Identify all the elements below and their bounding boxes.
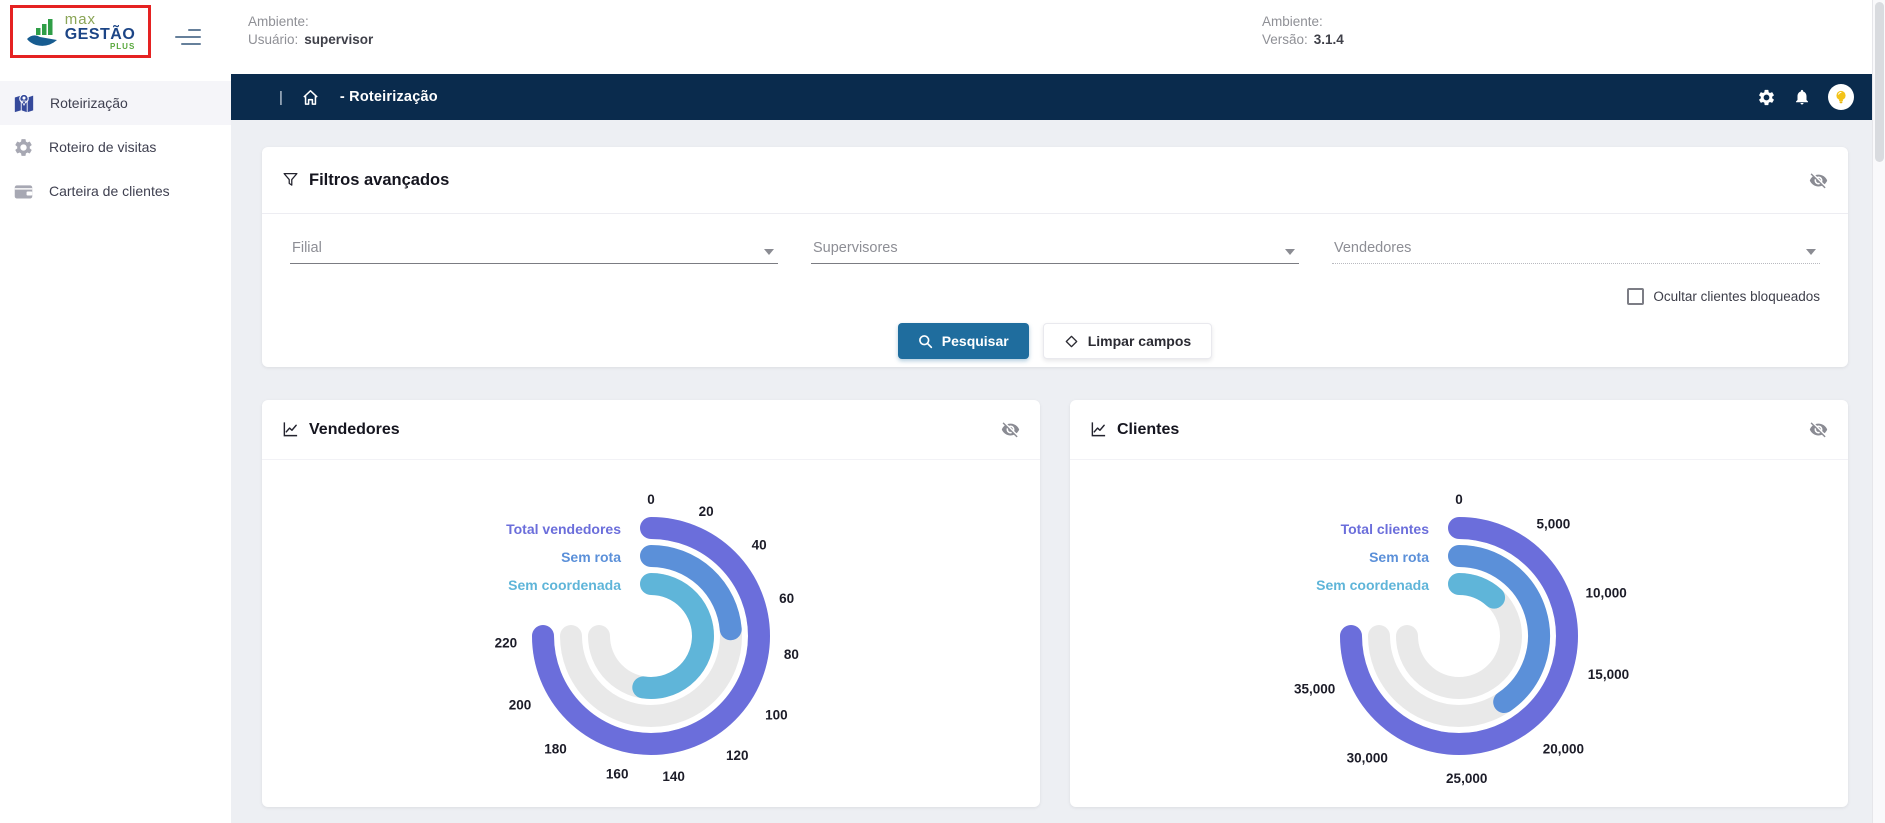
settings-gear-icon[interactable] [1757,88,1776,107]
sidebar-item-label: Roteiro de visitas [49,139,156,155]
pesquisar-button[interactable]: Pesquisar [898,323,1029,359]
lightbulb-icon [1833,89,1849,105]
environment-user-info: Ambiente: Usuário: supervisor [248,13,373,49]
svg-text:10,000: 10,000 [1586,586,1627,601]
chevron-down-icon [1285,249,1295,255]
user-avatar[interactable] [1828,84,1854,110]
vertical-scrollbar[interactable] [1872,0,1885,823]
clientes-gauge-chart: Total clientes Sem rota Sem coordenada 0 5,0… [1070,460,1848,791]
svg-text:20: 20 [699,504,714,519]
svg-text:80: 80 [784,647,799,662]
top-header: max GESTÃO PLUS Ambiente: Usuário: superv… [0,0,1872,74]
eye-slash-icon[interactable] [1809,171,1828,190]
svg-text:5,000: 5,000 [1537,517,1571,532]
clientes-title: Clientes [1117,421,1179,439]
logo-plus-text: PLUS [110,43,135,51]
wallet-icon [13,181,34,202]
usuario-label: Usuário: [248,32,298,47]
svg-text:Sem rota: Sem rota [1369,549,1429,565]
app-logo[interactable]: max GESTÃO PLUS [10,5,151,58]
limpar-campos-button[interactable]: Limpar campos [1043,323,1212,359]
svg-text:Sem coordenada: Sem coordenada [508,577,621,593]
logo-max-text: max [65,12,136,27]
scrollbar-thumb[interactable] [1875,2,1884,162]
svg-text:0: 0 [647,492,655,507]
ocultar-clientes-checkbox[interactable] [1627,288,1644,305]
breadcrumb-bar: | - Roteirização [231,74,1872,120]
svg-text:Sem coordenada: Sem coordenada [1316,577,1429,593]
breadcrumb-separator: | [279,89,283,106]
svg-text:35,000: 35,000 [1294,682,1335,697]
chevron-down-icon [1806,249,1816,255]
eye-slash-icon[interactable] [1001,420,1020,439]
svg-text:0: 0 [1455,492,1463,507]
page-title: - Roteirização [340,89,438,105]
clientes-card: Clientes Total clientes Sem rota Sem coord… [1070,400,1848,807]
logo-gestao-text: GESTÃO [65,27,136,43]
environment-version-info: Ambiente: Versão: 3.1.4 [1262,13,1344,49]
usuario-value: supervisor [304,32,373,47]
filters-title: Filtros avançados [309,171,449,190]
home-icon[interactable] [301,88,320,107]
svg-text:Sem rota: Sem rota [561,549,621,565]
chevron-down-icon [764,249,774,255]
eye-slash-icon[interactable] [1809,420,1828,439]
main-content: Filtros avançados Filial Supervisores [231,120,1872,823]
gear-icon [13,137,34,158]
magnifier-icon [918,334,933,349]
svg-text:60: 60 [779,591,794,606]
ambiente-label-right: Ambiente: [1262,14,1323,29]
sidebar-item-roteirizacao[interactable]: Roteirização [0,81,231,125]
app-root: max GESTÃO PLUS Ambiente: Usuário: superv… [0,0,1885,823]
advanced-filters-card: Filtros avançados Filial Supervisores [262,147,1848,367]
line-chart-icon [282,421,299,438]
ocultar-clientes-label[interactable]: Ocultar clientes bloqueados [1653,289,1820,304]
svg-text:40: 40 [752,538,767,553]
line-chart-icon [1090,421,1107,438]
vendedores-title: Vendedores [309,421,400,439]
svg-text:100: 100 [765,707,788,722]
sidebar-item-carteira-de-clientes[interactable]: Carteira de clientes [0,169,231,213]
svg-text:140: 140 [662,769,685,784]
svg-text:Total clientes: Total clientes [1341,521,1430,537]
eraser-diamond-icon [1064,334,1079,349]
logo-bars-hand-icon [26,16,60,48]
notifications-bell-icon[interactable] [1793,88,1811,106]
svg-text:Total vendedores: Total vendedores [506,521,621,537]
vendedores-select[interactable]: Vendedores [1332,234,1820,264]
sidebar: Roteirização Roteiro de visitas Carteira… [0,74,231,823]
sidebar-item-roteiro-de-visitas[interactable]: Roteiro de visitas [0,125,231,169]
svg-text:20,000: 20,000 [1543,742,1584,757]
supervisores-select[interactable]: Supervisores [811,234,1299,264]
svg-text:25,000: 25,000 [1446,771,1487,786]
map-route-icon [13,92,35,114]
funnel-icon [282,171,299,189]
sidebar-item-label: Carteira de clientes [49,183,170,199]
svg-text:30,000: 30,000 [1347,751,1388,766]
svg-text:180: 180 [544,741,567,756]
ambiente-label: Ambiente: [248,14,309,29]
versao-label: Versão: [1262,32,1308,47]
versao-value: 3.1.4 [1314,32,1344,47]
svg-text:120: 120 [726,748,749,763]
menu-toggle-icon[interactable] [175,26,203,48]
svg-text:200: 200 [509,697,532,712]
sidebar-item-label: Roteirização [50,95,128,111]
svg-text:15,000: 15,000 [1588,667,1629,682]
vendedores-gauge-chart: Total vendedores Sem rota Sem coordenada 0 2… [262,460,1040,791]
filial-select[interactable]: Filial [290,234,778,264]
svg-text:160: 160 [606,767,629,782]
svg-text:220: 220 [495,636,518,651]
vendedores-card: Vendedores Total vendedores Sem rota Sem c… [262,400,1040,807]
